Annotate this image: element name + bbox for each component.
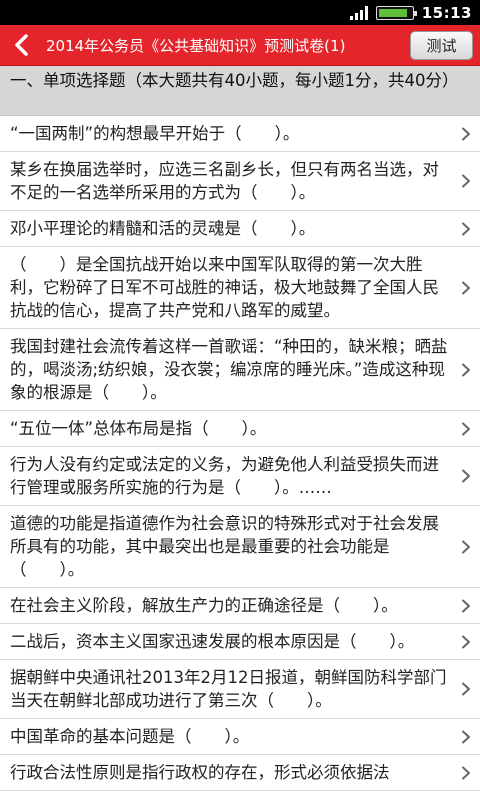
question-text: 行政合法性原则是指行政权的存在，形式必须依据法 [10,763,390,782]
chevron-right-icon [461,599,471,613]
list-item[interactable]: 某乡在换届选举时，应选三名副乡长，但只有两名当选，对不足的一名选举所采用的方式为… [0,152,480,211]
app-header: 2014年公务员《公共基础知识》预测试卷(1) 测试 [0,25,480,66]
status-time: 15:13 [421,3,472,22]
question-text: 邓小平理论的精髓和活的灵魂是（ ）。 [10,219,316,238]
chevron-right-icon [461,469,471,483]
chevron-right-icon [461,730,471,744]
chevron-right-icon [461,540,471,554]
chevron-right-icon [461,222,471,236]
list-item[interactable]: 二战后，资本主义国家迅速发展的根本原因是（ ）。 [0,624,480,660]
list-item[interactable]: 邓小平理论的精髓和活的灵魂是（ ）。 [0,211,480,247]
question-text: “五位一体”总体布局是指（ ）。 [10,419,267,438]
question-text: 行为人没有约定或法定的义务，为避免他人利益受损失而进行管理或服务所实施的行为是（… [10,455,439,497]
list-item[interactable]: 在社会主义阶段，解放生产力的正确途径是（ ）。 [0,588,480,624]
question-text: 二战后，资本主义国家迅速发展的根本原因是（ ）。 [10,632,415,651]
back-button[interactable] [0,25,42,66]
chevron-right-icon [461,682,471,696]
list-item[interactable]: 行为人没有约定或法定的义务，为避免他人利益受损失而进行管理或服务所实施的行为是（… [0,447,480,506]
list-item[interactable]: 据朝鲜中央通讯社2013年2月12日报道，朝鲜国防科学部门当天在朝鲜北部成功进行… [0,660,480,719]
chevron-right-icon [461,281,471,295]
question-text: 在社会主义阶段，解放生产力的正确途径是（ ）。 [10,596,398,615]
list-item[interactable]: 我国封建社会流传着这样一首歌谣：“种田的，缺米粮；晒盐的，喝淡汤;纺织娘，没衣裳… [0,329,480,411]
list-item[interactable]: （ ）是全国抗战开始以来中国军队取得的第一次大胜利，它粉碎了日军不可战胜的神话，… [0,247,480,329]
chevron-left-icon [15,34,28,56]
battery-icon [375,5,417,20]
list-item[interactable]: “五位一体”总体布局是指（ ）。 [0,411,480,447]
chevron-right-icon [461,635,471,649]
status-bar: 15:13 [0,0,480,25]
chevron-right-icon [461,127,471,141]
page-title: 2014年公务员《公共基础知识》预测试卷(1) [46,36,346,55]
chevron-right-icon [461,766,471,780]
list-item[interactable]: 道德的功能是指道德作为社会意识的特殊形式对于社会发展所具有的功能，其中最突出也是… [0,506,480,588]
list-item[interactable]: “一国两制”的构想最早开始于（ ）。 [0,116,480,152]
chevron-right-icon [461,422,471,436]
question-text: “一国两制”的构想最早开始于（ ）。 [10,124,300,143]
question-text: 道德的功能是指道德作为社会意识的特殊形式对于社会发展所具有的功能，其中最突出也是… [10,514,439,579]
question-text: 据朝鲜中央通讯社2013年2月12日报道，朝鲜国防科学部门当天在朝鲜北部成功进行… [10,668,447,710]
question-text: 中国革命的基本问题是（ ）。 [10,727,250,746]
list-item[interactable]: 行政合法性原则是指行政权的存在，形式必须依据法 [0,755,480,791]
chevron-right-icon [461,174,471,188]
section-header: 一、单项选择题（本大题共有40小题，每小题1分，共40分） [0,66,480,116]
question-text: 我国封建社会流传着这样一首歌谣：“种田的，缺米粮；晒盐的，喝淡汤;纺织娘，没衣裳… [10,337,448,402]
signal-icon [349,5,368,20]
chevron-right-icon [461,363,471,377]
question-text: 某乡在换届选举时，应选三名副乡长，但只有两名当选，对不足的一名选举所采用的方式为… [10,160,439,202]
test-button[interactable]: 测试 [410,30,473,60]
question-text: （ ）是全国抗战开始以来中国军队取得的第一次大胜利，它粉碎了日军不可战胜的神话，… [10,255,439,320]
list-item[interactable]: 中国革命的基本问题是（ ）。 [0,719,480,755]
question-list: “一国两制”的构想最早开始于（ ）。某乡在换届选举时，应选三名副乡长，但只有两名… [0,116,480,791]
